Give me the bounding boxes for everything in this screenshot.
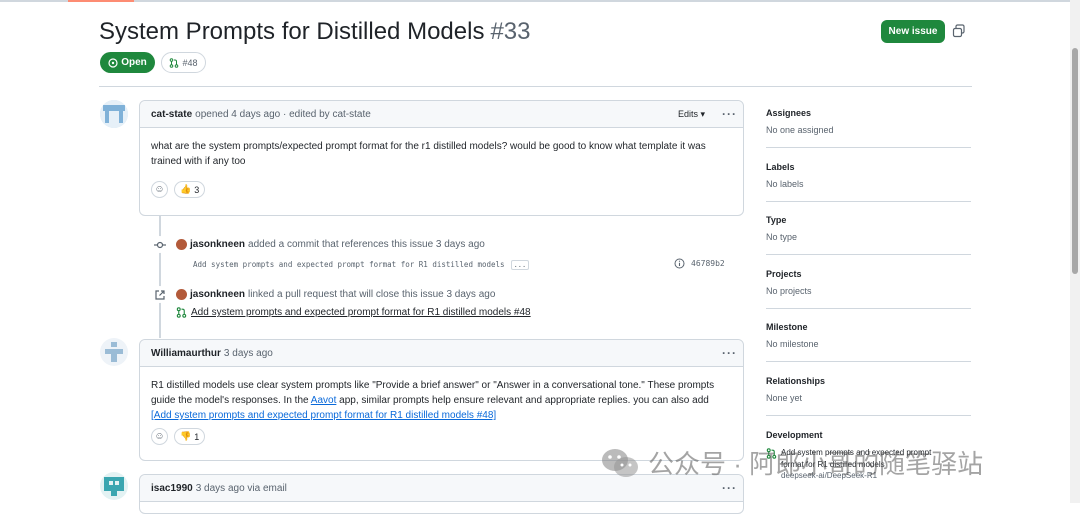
sidebar-heading: Type <box>766 215 787 225</box>
avatar[interactable] <box>100 338 128 366</box>
commit-icon <box>151 236 168 253</box>
sidebar-heading: Labels <box>766 162 795 172</box>
top-nav-border <box>0 0 1080 2</box>
issue-title-text: System Prompts for Distilled Models <box>99 18 485 45</box>
active-tab-indicator <box>68 0 134 2</box>
commit-sha[interactable]: 46789b2 <box>674 258 725 269</box>
linked-pr-number: #48 <box>182 57 198 68</box>
linked-pr-badge[interactable]: #48 <box>161 52 206 73</box>
comment-header: Williamaurthur 3 days ago ··· <box>140 340 743 367</box>
reactions-bar: ☺ 👍 3 <box>140 169 743 208</box>
wechat-icon <box>602 448 638 477</box>
divider <box>766 415 971 416</box>
sidebar-value: No labels <box>766 179 804 189</box>
comment-body: R1 distilled models use clear system pro… <box>140 367 743 423</box>
commit-status-icon <box>674 258 685 269</box>
linked-pr-title: Add system prompts and expected prompt f… <box>191 307 531 318</box>
thumbs-up-icon: 👍 <box>180 184 192 194</box>
sidebar-heading: Relationships <box>766 376 826 386</box>
thumbs-down-reaction[interactable]: 👎 1 <box>174 428 206 445</box>
scrollbar[interactable] <box>1070 0 1080 503</box>
comment-text: app, similar prompts help ensure relevan… <box>336 395 709 406</box>
issue-number: #33 <box>490 18 531 45</box>
avatar[interactable] <box>176 289 187 300</box>
pr-reference-link[interactable]: [Add system prompts and expected prompt … <box>151 410 496 421</box>
sidebar-heading: Milestone <box>766 322 808 332</box>
sidebar-assignees[interactable]: Assignees No one assigned <box>766 108 971 148</box>
linked-pr-event: jasonkneen linked a pull request that wi… <box>176 289 495 300</box>
sidebar-type[interactable]: Type No type <box>766 215 971 255</box>
event-actor[interactable]: jasonkneen <box>190 289 245 300</box>
divider <box>766 254 971 255</box>
sidebar-milestone[interactable]: Milestone No milestone <box>766 322 971 362</box>
new-issue-button[interactable]: New issue <box>881 20 945 43</box>
add-reaction-icon[interactable]: ☺ <box>151 428 168 445</box>
wechat-watermark: 公众号 · 阿郎小哥的随笔驿站 <box>600 444 983 481</box>
edits-label: Edits <box>677 109 698 119</box>
timeline-line <box>159 216 161 338</box>
comment-meta: 3 days ago via email <box>195 482 287 494</box>
kebab-menu-icon[interactable]: ··· <box>722 346 737 360</box>
avatar[interactable] <box>176 239 187 250</box>
thumbs-down-icon: 👎 <box>180 431 192 441</box>
comment-body: what are the system prompts/expected pro… <box>151 141 706 167</box>
comment-author[interactable]: Williamaurthur <box>151 348 221 359</box>
event-text: added a commit that references this issu… <box>248 239 485 250</box>
expand-commit-button[interactable]: ... <box>510 260 530 270</box>
issue-open-icon <box>108 57 118 68</box>
comment-meta: 3 days ago <box>223 347 273 359</box>
aavot-link[interactable]: Aavot <box>311 395 337 406</box>
event-actor[interactable]: jasonkneen <box>190 239 245 250</box>
pull-request-icon <box>176 307 187 318</box>
sidebar-value: None yet <box>766 393 803 403</box>
sidebar-value: No milestone <box>766 339 819 349</box>
comment-meta: opened 4 days ago · edited by cat-state <box>195 108 371 120</box>
comment-author[interactable]: cat-state <box>151 109 192 120</box>
issue-status-badge: Open <box>100 52 155 73</box>
sidebar-heading: Assignees <box>766 108 812 118</box>
commit-sha-text: 46789b2 <box>691 259 725 268</box>
reaction-count: 3 <box>194 184 200 195</box>
divider <box>766 147 971 148</box>
chevron-down-icon: ▾ <box>700 109 705 119</box>
event-text: linked a pull request that will close th… <box>248 289 496 300</box>
pull-request-icon <box>170 57 179 68</box>
comment-card: Williamaurthur 3 days ago ··· R1 distill… <box>139 339 744 461</box>
copy-icon[interactable] <box>952 24 966 38</box>
sidebar-value: No one assigned <box>766 125 834 135</box>
sidebar-heading: Projects <box>766 269 802 279</box>
edits-dropdown[interactable]: Edits ▾ <box>678 109 705 120</box>
thumbs-up-reaction[interactable]: 👍 3 <box>174 181 206 198</box>
issue-title: System Prompts for Distilled Models #33 <box>99 18 531 46</box>
watermark-text: 公众号 · 阿郎小哥的随笔驿站 <box>648 449 984 479</box>
scrollbar-thumb[interactable] <box>1072 48 1078 274</box>
comment-header: cat-state opened 4 days ago · edited by … <box>140 101 743 128</box>
add-reaction-icon[interactable]: ☺ <box>151 181 168 198</box>
divider <box>766 201 971 202</box>
avatar[interactable] <box>100 100 128 128</box>
kebab-menu-icon[interactable]: ··· <box>722 481 737 495</box>
comment-card: cat-state opened 4 days ago · edited by … <box>139 100 744 216</box>
sidebar-value: No projects <box>766 286 812 296</box>
comment-author[interactable]: isac1990 <box>151 483 193 494</box>
divider <box>766 361 971 362</box>
divider <box>766 308 971 309</box>
sidebar-relationships[interactable]: Relationships None yet <box>766 376 971 416</box>
issue-status-label: Open <box>121 57 147 68</box>
avatar[interactable] <box>100 472 128 500</box>
sidebar-projects[interactable]: Projects No projects <box>766 269 971 309</box>
commit-event: jasonkneen added a commit that reference… <box>176 239 485 250</box>
commit-message[interactable]: Add system prompts and expected prompt f… <box>193 260 530 270</box>
kebab-menu-icon[interactable]: ··· <box>722 107 737 121</box>
sidebar-labels[interactable]: Labels No labels <box>766 162 971 202</box>
commit-message-text: Add system prompts and expected prompt f… <box>193 260 505 269</box>
sidebar-heading: Development <box>766 430 823 440</box>
linked-pr-link[interactable]: Add system prompts and expected prompt f… <box>176 307 531 318</box>
sidebar-value: No type <box>766 232 798 242</box>
link-external-icon <box>151 286 168 303</box>
header-divider <box>99 86 972 87</box>
reaction-count: 1 <box>194 431 200 442</box>
